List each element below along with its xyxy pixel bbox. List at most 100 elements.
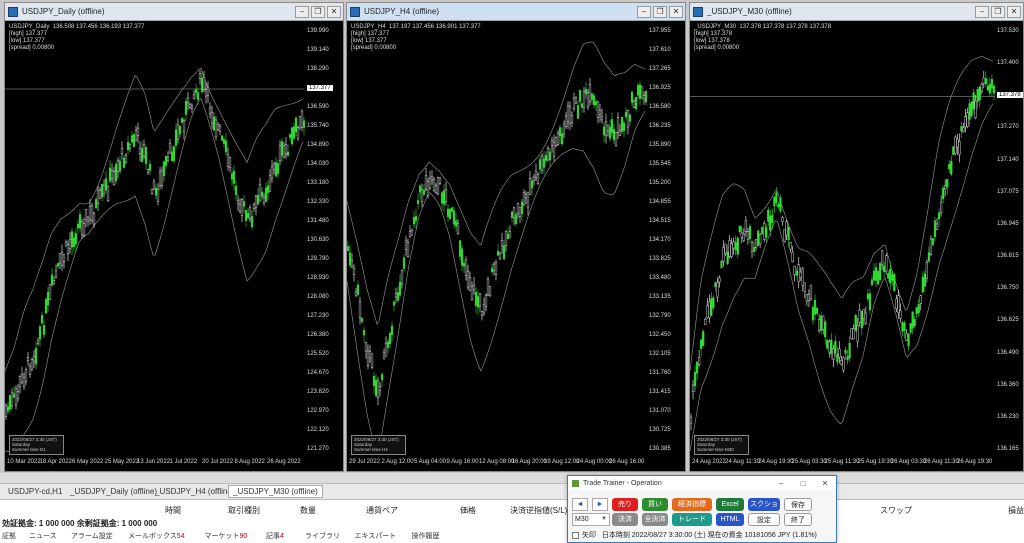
terminal-tab[interactable]: メールボックス54: [128, 531, 185, 541]
bullish-candle: [811, 307, 815, 321]
bullish-candle: [290, 127, 294, 145]
chart-window-m30[interactable]: _USDJPY_M30 (offline) – ❐ ✕ _USDJPY_M30 …: [689, 2, 1024, 472]
trade-button[interactable]: Excel: [716, 498, 744, 511]
timeframe-select[interactable]: M30 ▼: [572, 513, 610, 526]
minimize-icon[interactable]: –: [975, 5, 989, 18]
close-icon[interactable]: ✕: [1007, 5, 1021, 18]
chart-window-icon: [8, 6, 18, 17]
close-icon[interactable]: ✕: [814, 479, 836, 488]
column-header[interactable]: スワップ: [880, 505, 912, 516]
column-header[interactable]: 時間: [165, 505, 181, 516]
trade-button[interactable]: トレード: [672, 513, 712, 526]
terminal-tab[interactable]: 記事4: [266, 531, 284, 541]
bearish-candle: [102, 185, 106, 194]
chart-window-h4[interactable]: USDJPY_H4 (offline) – ❐ ✕ USDJPY_H4 137.…: [346, 2, 686, 472]
chart-tab[interactable]: _USDJPY_Daily (offline): [70, 487, 157, 496]
close-icon[interactable]: ✕: [669, 5, 683, 18]
terminal-tab-label: ニュース: [29, 533, 57, 540]
minimize-icon[interactable]: –: [637, 5, 651, 18]
trade-button[interactable]: 全決済: [642, 513, 668, 526]
price-tick-label: 130.630: [307, 237, 329, 243]
maximize-icon[interactable]: □: [792, 479, 814, 488]
chart-tab[interactable]: _USDJPY_H4 (offline): [155, 487, 234, 496]
trade-trainer-titlebar[interactable]: Trade Trainer - Operation – □ ✕: [568, 476, 836, 490]
bullish-candle: [476, 296, 480, 308]
header-line: USDJPY_H4 137.197 137.456 136.901 137.37…: [351, 24, 481, 30]
terminal-tab[interactable]: マーケット90: [205, 531, 248, 541]
bearish-candle: [885, 255, 888, 272]
column-header[interactable]: 価格: [460, 505, 476, 516]
bearish-candle: [216, 124, 220, 130]
bearish-candle: [958, 141, 961, 155]
restore-icon[interactable]: ❐: [991, 5, 1005, 18]
bearish-candle: [284, 144, 288, 154]
price-tick-label: 135.890: [649, 142, 671, 148]
bearish-candle: [268, 175, 272, 192]
restore-icon[interactable]: ❐: [653, 5, 667, 18]
chart-tab[interactable]: USDJPY-cd,H1: [8, 487, 62, 496]
price-tick-label: 134.030: [307, 161, 329, 167]
bearish-candle: [400, 270, 404, 285]
trade-button[interactable]: 終了: [784, 513, 812, 526]
bearish-candle: [354, 291, 358, 296]
bearish-candle: [22, 376, 26, 387]
terminal-tab[interactable]: ライブラリ: [305, 531, 340, 541]
chart-titlebar[interactable]: _USDJPY_M30 (offline) – ❐ ✕: [690, 3, 1023, 21]
bullish-candle: [923, 273, 926, 287]
bearish-candle: [600, 116, 604, 121]
trade-button[interactable]: 買い: [642, 498, 668, 511]
bearish-candle: [424, 175, 428, 190]
bullish-candle: [46, 292, 50, 306]
bullish-candle: [118, 160, 122, 172]
terminal-tab[interactable]: エキスパート: [355, 531, 397, 541]
bullish-candle: [8, 395, 12, 410]
bearish-candle: [152, 181, 156, 190]
column-header[interactable]: 数量: [300, 505, 316, 516]
bullish-candle: [374, 380, 378, 397]
column-header[interactable]: 通貨ペア: [366, 505, 398, 516]
trade-trainer-window[interactable]: Trade Trainer - Operation – □ ✕ ◄ ► M30 …: [567, 475, 837, 543]
terminal-tab[interactable]: 証拠: [2, 531, 16, 541]
balance-row: 効証拠金: 1 000 000 余剰証拠金: 1 000 000: [2, 519, 158, 528]
next-arrow-icon[interactable]: ►: [592, 498, 608, 511]
chart-tab-active[interactable]: _USDJPY_M30 (offline): [228, 485, 323, 498]
bullish-candle: [610, 119, 614, 133]
minimize-icon[interactable]: –: [295, 5, 309, 18]
bullish-candle: [720, 260, 723, 269]
chart-window-daily[interactable]: USDJPY_Daily (offline) – ❐ ✕ USDJPY_Dail…: [4, 2, 344, 472]
trade-button[interactable]: 設定: [748, 513, 780, 526]
bearish-candle: [964, 116, 967, 128]
bearish-candle: [562, 123, 566, 135]
close-icon[interactable]: ✕: [327, 5, 341, 18]
trade-button[interactable]: 保存: [784, 498, 812, 511]
bearish-candle: [208, 107, 212, 115]
trade-button[interactable]: HTML: [716, 513, 744, 526]
terminal-tab[interactable]: ニュース: [29, 531, 57, 541]
chart-titlebar[interactable]: USDJPY_Daily (offline) – ❐ ✕: [5, 3, 343, 21]
arrow-checkbox[interactable]: [572, 531, 579, 539]
column-header[interactable]: 損益: [1008, 505, 1024, 516]
column-header[interactable]: 取引種別: [228, 505, 260, 516]
minimize-icon[interactable]: –: [770, 479, 792, 488]
chart-titlebar[interactable]: USDJPY_H4 (offline) – ❐ ✕: [347, 3, 685, 21]
bullish-candle: [422, 189, 426, 195]
bullish-candle: [710, 298, 713, 316]
bullish-candle: [984, 78, 987, 85]
candlestick-chart[interactable]: [347, 22, 647, 460]
bullish-candle: [440, 192, 444, 204]
terminal-tab[interactable]: 操作履歴: [412, 531, 440, 541]
trade-button[interactable]: 決済: [612, 513, 638, 526]
trade-button[interactable]: スクショ: [748, 498, 780, 511]
restore-icon[interactable]: ❐: [311, 5, 325, 18]
bearish-candle: [556, 132, 560, 145]
bearish-candle: [228, 157, 232, 168]
candlestick-chart[interactable]: [5, 22, 305, 460]
column-header[interactable]: 決済逆指値(S/L): [510, 505, 567, 516]
candlestick-chart[interactable]: [690, 22, 995, 460]
bearish-candle: [935, 223, 939, 230]
trade-button[interactable]: 売り: [612, 498, 638, 511]
trade-button[interactable]: 経済指標: [672, 498, 712, 511]
terminal-tab[interactable]: アラーム設定: [71, 531, 113, 541]
bullish-candle: [815, 307, 819, 314]
previous-arrow-icon[interactable]: ◄: [572, 498, 588, 511]
